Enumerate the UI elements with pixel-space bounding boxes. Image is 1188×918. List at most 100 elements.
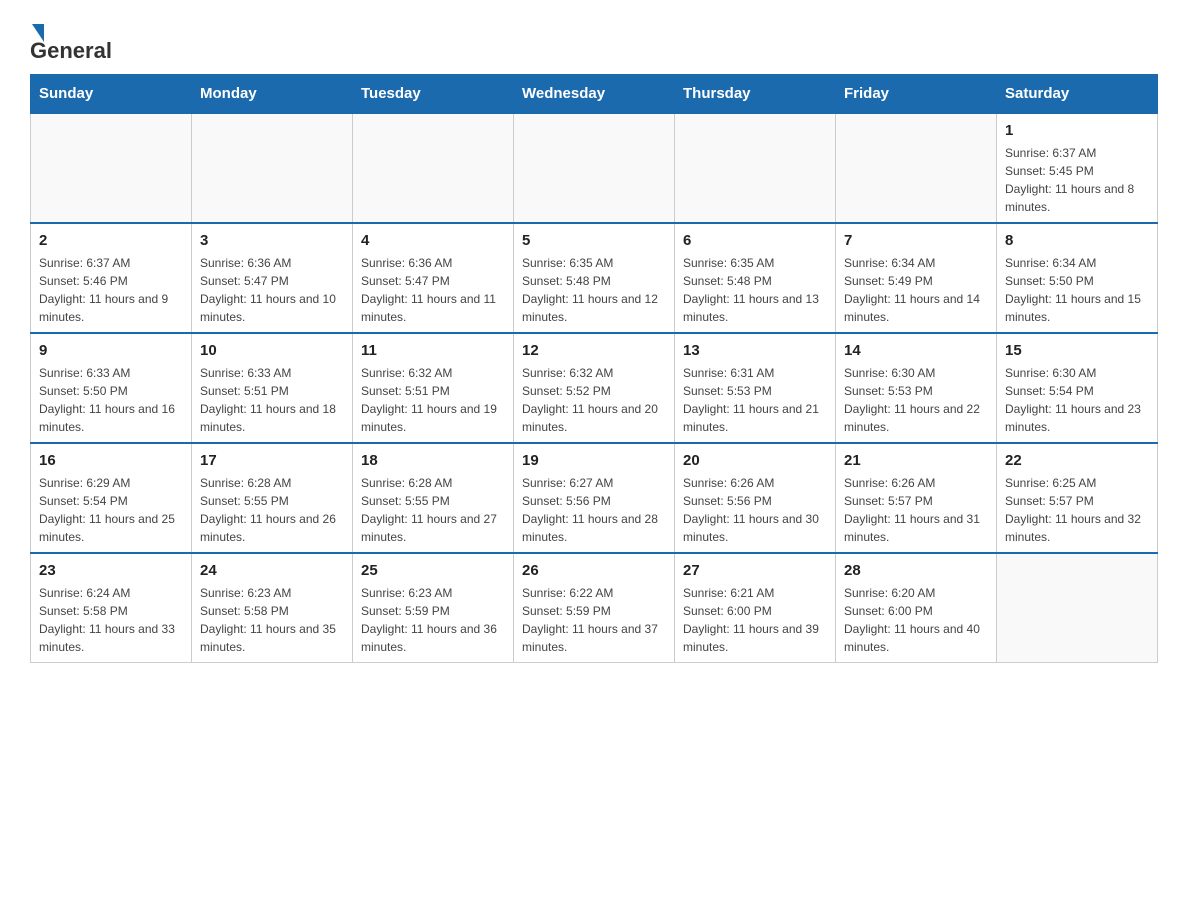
day-number: 27 <box>683 560 827 581</box>
day-number: 5 <box>522 230 666 251</box>
calendar-day-cell: 19 Sunrise: 6:27 AMSunset: 5:56 PMDayligh… <box>514 443 675 553</box>
day-info: Sunrise: 6:28 AMSunset: 5:55 PMDaylight:… <box>200 474 344 546</box>
calendar-week-row: 9Sunrise: 6:33 AMSunset: 5:50 PMDaylight… <box>31 333 1158 443</box>
day-info: Sunrise: 6:35 AMSunset: 5:48 PMDaylight:… <box>522 254 666 326</box>
calendar-day-cell: 27 Sunrise: 6:21 AMSunset: 6:00 PMDayligh… <box>675 553 836 663</box>
day-info: Sunrise: 6:29 AMSunset: 5:54 PMDaylight:… <box>39 474 183 546</box>
calendar-day-cell: 28 Sunrise: 6:20 AMSunset: 6:00 PMDayligh… <box>836 553 997 663</box>
day-number: 3 <box>200 230 344 251</box>
day-info: Sunrise: 6:32 AMSunset: 5:52 PMDaylight:… <box>522 364 666 436</box>
day-info: Sunrise: 6:36 AMSunset: 5:47 PMDaylight:… <box>200 254 344 326</box>
day-number: 8 <box>1005 230 1149 251</box>
day-info: Sunrise: 6:25 AMSunset: 5:57 PMDaylight:… <box>1005 474 1149 546</box>
calendar-day-cell: 15Sunrise: 6:30 AMSunset: 5:54 PMDayligh… <box>997 333 1158 443</box>
day-number: 7 <box>844 230 988 251</box>
calendar-header-row: SundayMondayTuesdayWednesdayThursdayFrid… <box>31 75 1158 114</box>
calendar-header-monday: Monday <box>192 75 353 114</box>
calendar-day-cell: 8 Sunrise: 6:34 AMSunset: 5:50 PMDaylight… <box>997 223 1158 333</box>
calendar-day-cell: 5 Sunrise: 6:35 AMSunset: 5:48 PMDaylight… <box>514 223 675 333</box>
day-number: 22 <box>1005 450 1149 471</box>
calendar-day-cell: 4 Sunrise: 6:36 AMSunset: 5:47 PMDaylight… <box>353 223 514 333</box>
calendar-day-cell: 20 Sunrise: 6:26 AMSunset: 5:56 PMDayligh… <box>675 443 836 553</box>
calendar-week-row: 16 Sunrise: 6:29 AMSunset: 5:54 PMDayligh… <box>31 443 1158 553</box>
day-number: 10 <box>200 340 344 361</box>
day-info: Sunrise: 6:30 AMSunset: 5:53 PMDaylight:… <box>844 364 988 436</box>
calendar-day-cell <box>31 113 192 223</box>
calendar-day-cell <box>836 113 997 223</box>
day-number: 13 <box>683 340 827 361</box>
calendar-week-row: 23 Sunrise: 6:24 AMSunset: 5:58 PMDayligh… <box>31 553 1158 663</box>
day-number: 16 <box>39 450 183 471</box>
calendar-day-cell: 13 Sunrise: 6:31 AMSunset: 5:53 PMDayligh… <box>675 333 836 443</box>
calendar-header-wednesday: Wednesday <box>514 75 675 114</box>
calendar-day-cell: 10 Sunrise: 6:33 AMSunset: 5:51 PMDayligh… <box>192 333 353 443</box>
day-info: Sunrise: 6:20 AMSunset: 6:00 PMDaylight:… <box>844 584 988 656</box>
day-info: Sunrise: 6:26 AMSunset: 5:57 PMDaylight:… <box>844 474 988 546</box>
day-info: Sunrise: 6:34 AMSunset: 5:50 PMDaylight:… <box>1005 254 1149 326</box>
day-number: 26 <box>522 560 666 581</box>
calendar-week-row: 1 Sunrise: 6:37 AMSunset: 5:45 PMDaylight… <box>31 113 1158 223</box>
calendar-day-cell: 7 Sunrise: 6:34 AMSunset: 5:49 PMDaylight… <box>836 223 997 333</box>
calendar-day-cell: 14 Sunrise: 6:30 AMSunset: 5:53 PMDayligh… <box>836 333 997 443</box>
calendar-day-cell: 6 Sunrise: 6:35 AMSunset: 5:48 PMDaylight… <box>675 223 836 333</box>
calendar-day-cell: 17 Sunrise: 6:28 AMSunset: 5:55 PMDayligh… <box>192 443 353 553</box>
calendar-header-tuesday: Tuesday <box>353 75 514 114</box>
calendar-day-cell: 18 Sunrise: 6:28 AMSunset: 5:55 PMDayligh… <box>353 443 514 553</box>
day-info: Sunrise: 6:22 AMSunset: 5:59 PMDaylight:… <box>522 584 666 656</box>
day-info: Sunrise: 6:36 AMSunset: 5:47 PMDaylight:… <box>361 254 505 326</box>
day-number: 19 <box>522 450 666 471</box>
calendar-day-cell: 26 Sunrise: 6:22 AMSunset: 5:59 PMDayligh… <box>514 553 675 663</box>
day-info: Sunrise: 6:37 AMSunset: 5:46 PMDaylight:… <box>39 254 183 326</box>
calendar-day-cell: 12 Sunrise: 6:32 AMSunset: 5:52 PMDayligh… <box>514 333 675 443</box>
day-number: 23 <box>39 560 183 581</box>
day-info: Sunrise: 6:33 AMSunset: 5:50 PMDaylight:… <box>39 364 183 436</box>
day-info: Sunrise: 6:31 AMSunset: 5:53 PMDaylight:… <box>683 364 827 436</box>
calendar-day-cell: 21Sunrise: 6:26 AMSunset: 5:57 PMDayligh… <box>836 443 997 553</box>
calendar-day-cell: 3 Sunrise: 6:36 AMSunset: 5:47 PMDaylight… <box>192 223 353 333</box>
day-number: 2 <box>39 230 183 251</box>
calendar-header-thursday: Thursday <box>675 75 836 114</box>
day-info: Sunrise: 6:27 AMSunset: 5:56 PMDaylight:… <box>522 474 666 546</box>
calendar-day-cell: 24 Sunrise: 6:23 AMSunset: 5:58 PMDayligh… <box>192 553 353 663</box>
day-info: Sunrise: 6:26 AMSunset: 5:56 PMDaylight:… <box>683 474 827 546</box>
calendar-day-cell: 22 Sunrise: 6:25 AMSunset: 5:57 PMDayligh… <box>997 443 1158 553</box>
day-number: 24 <box>200 560 344 581</box>
calendar-day-cell: 9Sunrise: 6:33 AMSunset: 5:50 PMDaylight… <box>31 333 192 443</box>
day-number: 4 <box>361 230 505 251</box>
calendar-header-sunday: Sunday <box>31 75 192 114</box>
day-number: 14 <box>844 340 988 361</box>
day-number: 6 <box>683 230 827 251</box>
day-number: 25 <box>361 560 505 581</box>
day-number: 11 <box>361 340 505 361</box>
calendar-day-cell: 16 Sunrise: 6:29 AMSunset: 5:54 PMDayligh… <box>31 443 192 553</box>
calendar-table: SundayMondayTuesdayWednesdayThursdayFrid… <box>30 74 1158 663</box>
calendar-week-row: 2 Sunrise: 6:37 AMSunset: 5:46 PMDaylight… <box>31 223 1158 333</box>
calendar-day-cell: 1 Sunrise: 6:37 AMSunset: 5:45 PMDaylight… <box>997 113 1158 223</box>
day-info: Sunrise: 6:28 AMSunset: 5:55 PMDaylight:… <box>361 474 505 546</box>
day-number: 18 <box>361 450 505 471</box>
logo: General <box>30 20 114 64</box>
calendar-day-cell <box>997 553 1158 663</box>
calendar-day-cell: 23 Sunrise: 6:24 AMSunset: 5:58 PMDayligh… <box>31 553 192 663</box>
calendar-day-cell <box>353 113 514 223</box>
day-number: 12 <box>522 340 666 361</box>
day-number: 1 <box>1005 120 1149 141</box>
page-header: General <box>30 20 1158 64</box>
logo-general-bottom: General <box>30 38 112 64</box>
calendar-day-cell: 11Sunrise: 6:32 AMSunset: 5:51 PMDayligh… <box>353 333 514 443</box>
calendar-day-cell <box>675 113 836 223</box>
day-info: Sunrise: 6:21 AMSunset: 6:00 PMDaylight:… <box>683 584 827 656</box>
calendar-day-cell: 25 Sunrise: 6:23 AMSunset: 5:59 PMDayligh… <box>353 553 514 663</box>
day-info: Sunrise: 6:35 AMSunset: 5:48 PMDaylight:… <box>683 254 827 326</box>
calendar-header-saturday: Saturday <box>997 75 1158 114</box>
day-info: Sunrise: 6:37 AMSunset: 5:45 PMDaylight:… <box>1005 144 1149 216</box>
day-info: Sunrise: 6:34 AMSunset: 5:49 PMDaylight:… <box>844 254 988 326</box>
day-info: Sunrise: 6:23 AMSunset: 5:59 PMDaylight:… <box>361 584 505 656</box>
day-number: 17 <box>200 450 344 471</box>
day-info: Sunrise: 6:23 AMSunset: 5:58 PMDaylight:… <box>200 584 344 656</box>
day-number: 15 <box>1005 340 1149 361</box>
day-info: Sunrise: 6:33 AMSunset: 5:51 PMDaylight:… <box>200 364 344 436</box>
day-number: 28 <box>844 560 988 581</box>
day-info: Sunrise: 6:24 AMSunset: 5:58 PMDaylight:… <box>39 584 183 656</box>
day-number: 20 <box>683 450 827 471</box>
